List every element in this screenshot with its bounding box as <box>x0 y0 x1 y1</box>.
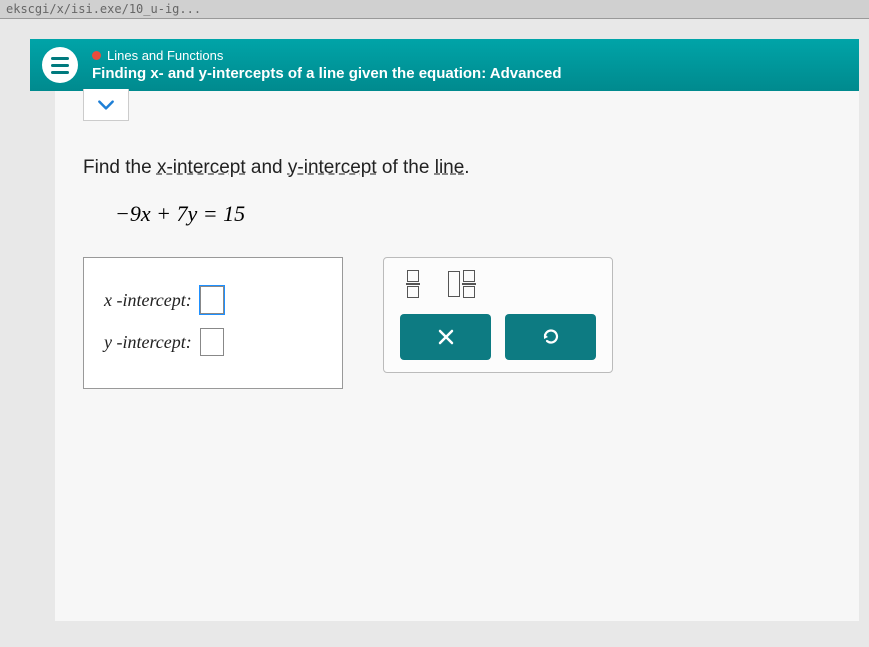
hamburger-icon <box>51 57 69 60</box>
category-dot-icon <box>92 51 101 60</box>
undo-icon <box>541 327 561 347</box>
category-label: Lines and Functions <box>107 48 223 63</box>
clear-button[interactable] <box>400 314 491 360</box>
tool-palette <box>383 257 613 373</box>
line-term[interactable]: line <box>435 157 465 178</box>
fraction-icon <box>406 270 420 298</box>
answer-box: x -intercept: y -intercept: <box>83 257 343 389</box>
x-intercept-input[interactable] <box>200 286 224 314</box>
mixed-fraction-whole-icon <box>448 271 460 297</box>
lesson-title: Finding x- and y-intercepts of a line gi… <box>92 65 847 82</box>
y-intercept-term[interactable]: y-intercept <box>288 157 377 178</box>
menu-button[interactable] <box>42 47 78 83</box>
mixed-fraction-icon <box>462 270 476 298</box>
y-intercept-input[interactable] <box>200 328 224 356</box>
question-text: Find the x-intercept and y-intercept of … <box>83 157 831 179</box>
x-intercept-label: x -intercept: <box>104 290 192 311</box>
y-intercept-label: y -intercept: <box>104 332 192 353</box>
mixed-fraction-button[interactable] <box>448 270 476 298</box>
url-fragment: ekscgi/x/isi.exe/10_u-ig... <box>0 0 869 19</box>
equation: −9x + 7y = 15 <box>115 201 831 227</box>
reset-button[interactable] <box>505 314 596 360</box>
collapse-toggle[interactable] <box>83 89 129 121</box>
fraction-button[interactable] <box>406 270 420 298</box>
close-icon <box>436 327 456 347</box>
lesson-category: Lines and Functions <box>92 48 847 63</box>
x-intercept-term[interactable]: x-intercept <box>157 157 246 178</box>
content-area: Find the x-intercept and y-intercept of … <box>55 91 859 621</box>
lesson-header: Lines and Functions Finding x- and y-int… <box>30 39 859 91</box>
chevron-down-icon <box>96 98 116 112</box>
